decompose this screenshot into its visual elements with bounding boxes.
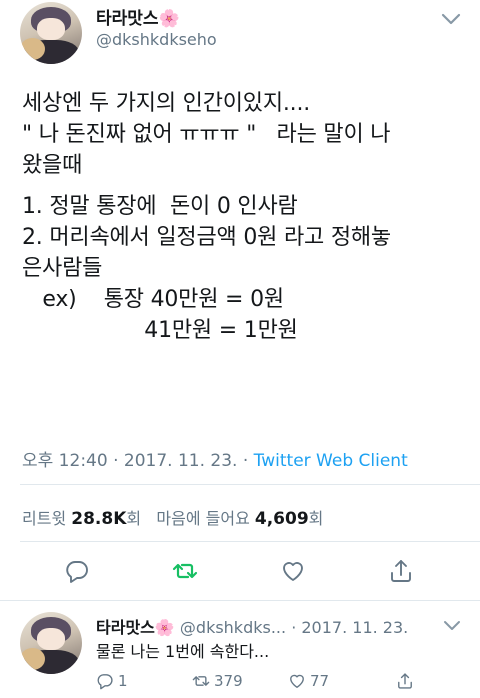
divider xyxy=(20,541,480,542)
reply-like-button[interactable]: 77 xyxy=(288,672,329,690)
tweet-client-link[interactable]: Twitter Web Client xyxy=(254,451,408,471)
tweet-text: 세상엔 두 가지의 인간이있지.... " 나 돈진짜 없어 ㅠㅠㅠ " 라는 … xyxy=(22,88,472,346)
retweets-label: 리트윗 xyxy=(22,509,67,528)
likes-unit: 회 xyxy=(308,509,324,528)
meta-separator: · xyxy=(291,618,297,637)
retweet-count: 379 xyxy=(214,672,243,690)
reply-icon xyxy=(97,674,113,690)
chevron-down-icon[interactable] xyxy=(440,12,462,26)
tweet-time[interactable]: 오후 12:40 xyxy=(22,451,108,471)
heart-icon[interactable] xyxy=(280,558,306,584)
reply-author-avatar[interactable] xyxy=(20,612,82,674)
divider xyxy=(20,484,480,485)
reply-icon[interactable] xyxy=(64,558,90,584)
tweet-action-bar xyxy=(0,558,480,586)
tweet-line: 2. 머리속에서 일정금액 0원 라고 정해놓 xyxy=(22,225,391,250)
author-avatar[interactable] xyxy=(20,2,82,64)
author-handle[interactable]: @dkshkdkseho xyxy=(96,30,217,49)
reply-share-button[interactable] xyxy=(396,672,414,690)
reply-count: 1 xyxy=(118,672,128,690)
likes-count: 4,609 xyxy=(254,509,309,529)
reply-action-bar: 1 379 77 xyxy=(96,672,466,694)
tweet-stats: 리트윗 28.8K회 마음에 들어요 4,609회 xyxy=(22,505,323,529)
reply-author-handle[interactable]: @dkshkdks... xyxy=(180,618,286,637)
tweet-line: ex) 통장 40만원 = 0원 xyxy=(22,287,284,312)
tweet-line: 1. 정말 통장에 돈이 0 인사람 xyxy=(22,194,298,219)
tweet-meta: 오후 12:40 · 2017. 11. 23. · Twitter Web C… xyxy=(22,446,408,471)
flower-emoji: 🌸 xyxy=(154,618,175,637)
reply-reply-button[interactable]: 1 xyxy=(96,672,128,690)
tweet-line: 41만원 = 1만원 xyxy=(22,318,298,343)
retweet-icon[interactable] xyxy=(172,558,198,584)
reply-tweet[interactable]: 타라맛스🌸 @dkshkdks... · 2017. 11. 23. 물론 나는… xyxy=(0,600,480,698)
flower-emoji: 🌸 xyxy=(158,9,180,29)
author-name-row[interactable]: 타라맛스🌸 xyxy=(96,4,180,29)
retweet-icon xyxy=(192,676,210,686)
meta-separator: · xyxy=(113,451,119,471)
reply-author-name[interactable]: 타라맛스 xyxy=(96,618,155,637)
heart-icon xyxy=(290,674,304,688)
reply-header: 타라맛스🌸 @dkshkdks... · 2017. 11. 23. xyxy=(96,614,408,638)
tweet-line: 은사람들 xyxy=(22,256,103,281)
chevron-down-icon[interactable] xyxy=(442,620,462,632)
retweets-count: 28.8K xyxy=(71,509,127,529)
share-icon[interactable] xyxy=(388,558,414,584)
likes-stat[interactable]: 마음에 들어요 4,609회 xyxy=(156,509,324,529)
share-icon xyxy=(398,673,412,689)
tweet-line: 세상엔 두 가지의 인간이있지.... xyxy=(22,91,311,116)
reply-text: 물론 나는 1번에 속한다... xyxy=(96,642,270,661)
tweet-date[interactable]: 2017. 11. 23. xyxy=(124,451,238,471)
retweets-stat[interactable]: 리트윗 28.8K회 xyxy=(22,509,142,529)
tweet-line: 왔을때 xyxy=(22,153,83,178)
reply-date[interactable]: 2017. 11. 23. xyxy=(301,618,408,637)
tweet-line: " 나 돈진짜 없어 ㅠㅠㅠ " 라는 말이 나 xyxy=(22,122,391,147)
like-count: 77 xyxy=(310,672,330,690)
likes-label: 마음에 들어요 xyxy=(156,509,250,528)
author-name: 타라맛스 xyxy=(96,9,159,29)
meta-separator: · xyxy=(242,451,249,471)
retweets-unit: 회 xyxy=(126,509,142,528)
reply-retweet-button[interactable]: 379 xyxy=(192,672,243,690)
